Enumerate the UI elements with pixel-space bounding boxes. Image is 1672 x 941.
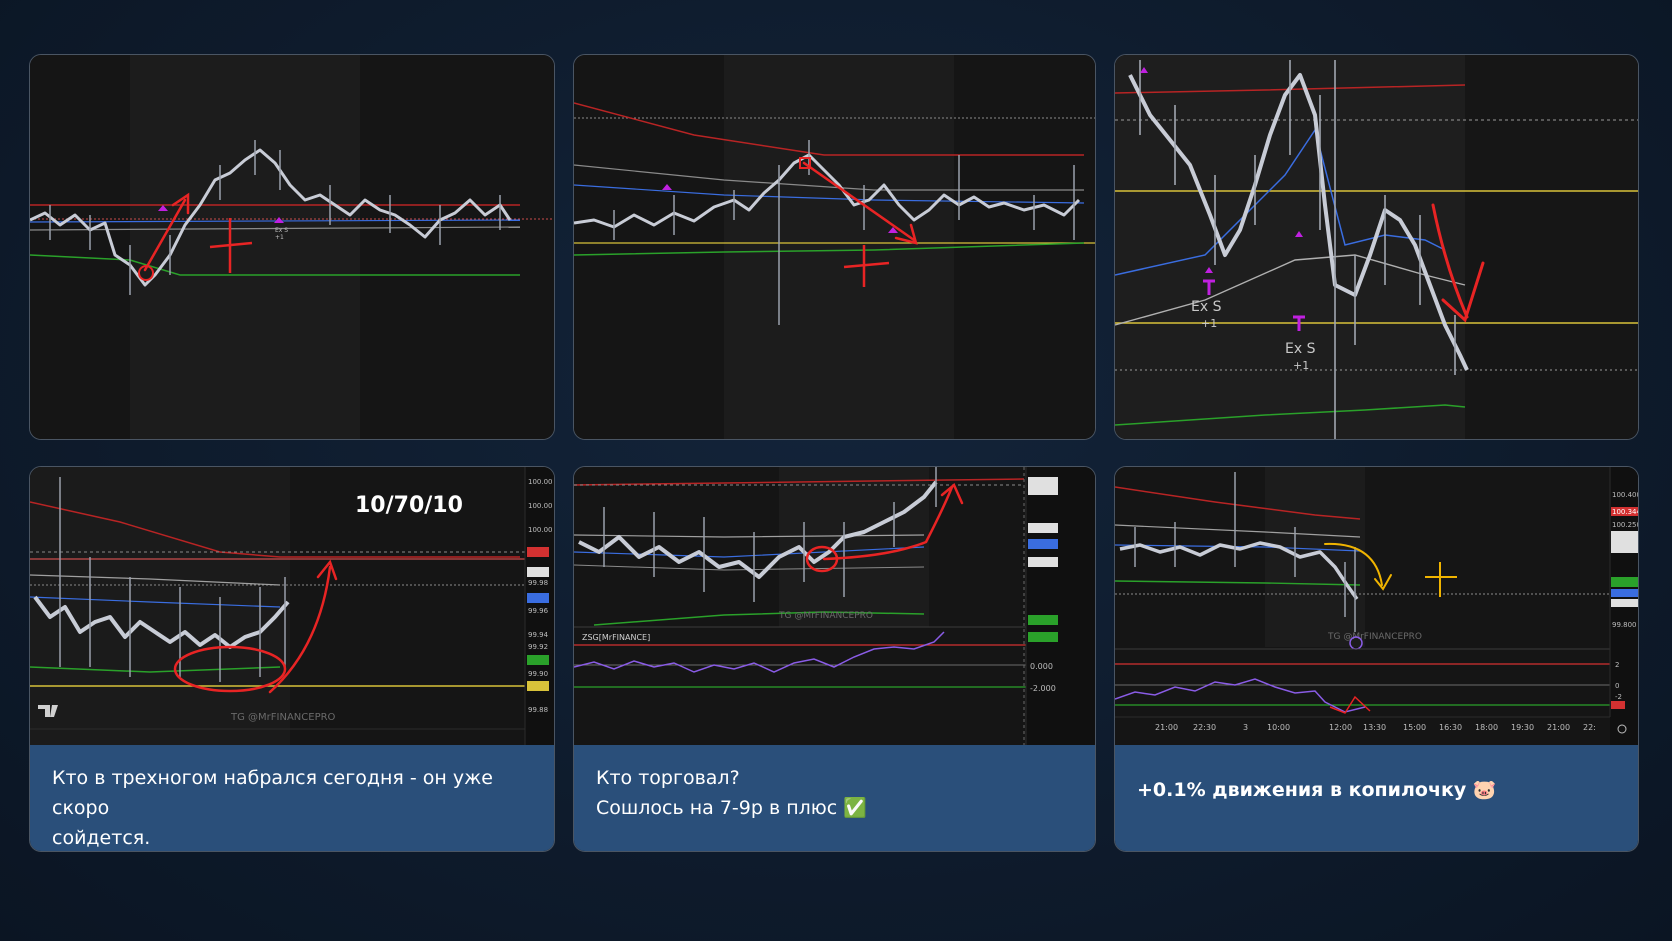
chart-screenshot-4[interactable]: 10/70/10 TG @MrFINANCEPRO 100.00 100.00 …: [30, 467, 555, 747]
marker-label: Ex S: [1285, 341, 1316, 357]
price-tag-green: [1028, 615, 1058, 625]
price-scale: [1026, 467, 1095, 747]
caption-line: Сошлось на 7-9р в плюс ✅: [596, 797, 867, 819]
price-tag-blue: [1028, 539, 1058, 549]
time-label: 10:00: [1267, 723, 1290, 732]
indicator-level-label: 0.000: [1030, 662, 1053, 671]
chart-screenshot-3[interactable]: Ex S +1 Ex S +1: [1115, 55, 1639, 440]
chart-screenshot-5[interactable]: TG @MrFINANCEPRO ZSG[MrFINANCE] 0.000 -2…: [574, 467, 1096, 747]
price-tag-white: [1028, 523, 1058, 533]
indicator-level-label: -2: [1615, 693, 1622, 701]
price-label: 100.344: [1612, 508, 1639, 516]
price-tag-white: [527, 567, 549, 577]
watermark: TG @MrFINANCEPRO: [778, 611, 873, 621]
post-caption: Кто торговал? Сошлось на 7-9р в плюс ✅: [574, 745, 1095, 851]
price-label: 99.92: [528, 643, 548, 651]
price-tag-blue: [1611, 589, 1638, 597]
price-tag-green: [527, 655, 549, 665]
indicator-tag-red: [1611, 701, 1625, 709]
time-label: 15:00: [1403, 723, 1426, 732]
marker-label: +1: [1293, 359, 1309, 372]
caption-line: Кто в трехногом набрался сегодня - он уж…: [52, 767, 493, 819]
caption-line: сойдется.: [52, 827, 151, 849]
price-label: 100.250: [1612, 521, 1639, 529]
marker-label: +1: [1201, 317, 1217, 330]
session-shade: [30, 467, 290, 747]
time-label: 16:30: [1439, 723, 1462, 732]
time-label: 22:30: [1193, 723, 1216, 732]
post-caption: Кто в трехногом набрался сегодня - он уж…: [30, 745, 554, 851]
price-label: 99.98: [528, 579, 548, 587]
time-label: 18:00: [1475, 723, 1498, 732]
session-shade: [1265, 467, 1365, 647]
indicator-level-label: 2: [1615, 661, 1619, 669]
indicator-title: ZSG[MrFINANCE]: [582, 633, 650, 642]
price-label: 100.00: [528, 478, 553, 486]
post-card-3[interactable]: Ex S +1 Ex S +1: [1114, 54, 1639, 440]
caption-line: Кто торговал?: [596, 767, 740, 789]
post-card-6[interactable]: TG @MrFINANCEPRO 21:00 22:30 3 10:00 12:…: [1114, 466, 1639, 852]
time-label: 3: [1243, 723, 1248, 732]
price-label: 100.400: [1612, 491, 1639, 499]
price-label: 99.800: [1612, 621, 1637, 629]
price-tag-green: [1611, 577, 1638, 587]
post-card-5[interactable]: TG @MrFINANCEPRO ZSG[MrFINANCE] 0.000 -2…: [573, 466, 1096, 852]
indicator-tag-green: [1028, 632, 1058, 642]
indicator-level-label: -2.000: [1030, 684, 1056, 693]
indicator-level-label: 0: [1615, 682, 1619, 690]
time-label: 13:30: [1363, 723, 1386, 732]
time-label: 22:: [1583, 723, 1596, 732]
time-label: 12:00: [1329, 723, 1352, 732]
marker-label: Ex S: [275, 227, 288, 234]
price-tag-white: [1611, 599, 1638, 607]
price-tag-red: [527, 547, 549, 557]
time-label: 19:30: [1511, 723, 1534, 732]
chart-screenshot-2[interactable]: [574, 55, 1096, 440]
price-label: 100.00: [528, 502, 553, 510]
session-shade: [130, 55, 360, 439]
post-caption: +0.1% движения в копилочку 🐷: [1115, 745, 1638, 851]
price-label: 99.90: [528, 670, 548, 678]
time-label: 21:00: [1547, 723, 1570, 732]
price-tag-yellow: [527, 681, 549, 691]
price-label: 99.88: [528, 706, 548, 714]
session-shade: [724, 55, 954, 439]
time-label: 21:00: [1155, 723, 1178, 732]
post-card-4[interactable]: 10/70/10 TG @MrFINANCEPRO 100.00 100.00 …: [29, 466, 555, 852]
post-card-2[interactable]: [573, 54, 1096, 440]
price-label: 100.00: [528, 526, 553, 534]
price-tag-white: [1611, 531, 1638, 553]
chart-annotation-text: 10/70/10: [355, 493, 463, 518]
chart-screenshot-6[interactable]: TG @MrFINANCEPRO 21:00 22:30 3 10:00 12:…: [1115, 467, 1639, 747]
marker-label: +1: [275, 234, 284, 241]
price-tag-white: [1028, 557, 1058, 567]
watermark: TG @MrFINANCEPRO: [230, 712, 336, 723]
price-tag-white: [1028, 477, 1058, 495]
chart-screenshot-1[interactable]: Ex S +1: [30, 55, 555, 440]
watermark: TG @MrFINANCEPRO: [1327, 632, 1422, 642]
price-label: 99.96: [528, 607, 549, 615]
caption-line: +0.1% движения в копилочку 🐷: [1137, 779, 1497, 801]
price-tag-blue: [527, 593, 549, 603]
marker-label: Ex S: [1191, 299, 1222, 315]
price-label: 99.94: [528, 631, 549, 639]
post-card-1[interactable]: Ex S +1: [29, 54, 555, 440]
